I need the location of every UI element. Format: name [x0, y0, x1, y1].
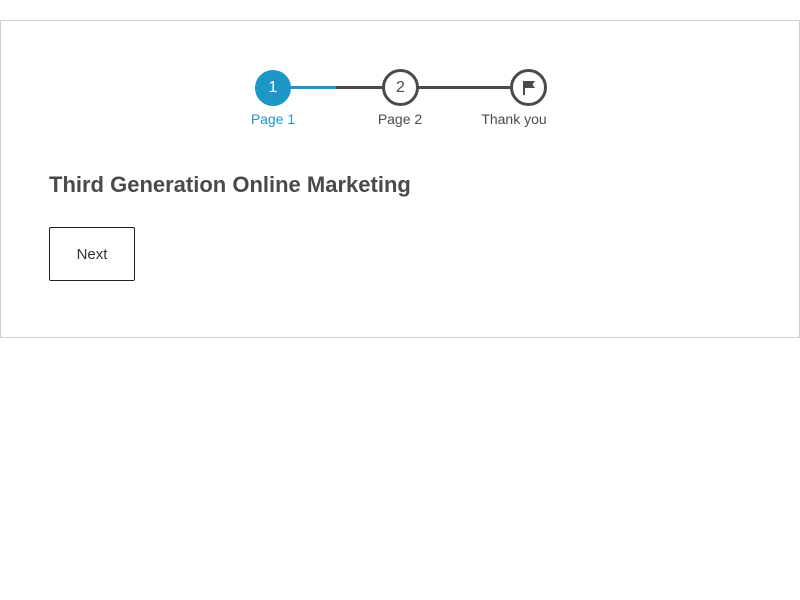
step-2-label: Page 2: [377, 111, 423, 127]
progress-line-segment-1: [290, 86, 336, 89]
next-button[interactable]: Next: [49, 227, 135, 281]
page-title: Third Generation Online Marketing: [49, 172, 411, 197]
step-2-number: 2: [396, 78, 405, 96]
step-2-indicator: 2: [382, 69, 419, 106]
step-1-number: 1: [268, 79, 278, 96]
progress-line-segment-3: [418, 86, 510, 89]
step-1-indicator: 1: [255, 70, 291, 106]
progress-line-segment-2: [336, 86, 382, 89]
step-3-indicator: [510, 69, 547, 106]
step-1-label: Page 1: [250, 111, 296, 127]
step-3-label: Thank you: [481, 111, 547, 127]
flag-icon: [522, 80, 536, 96]
